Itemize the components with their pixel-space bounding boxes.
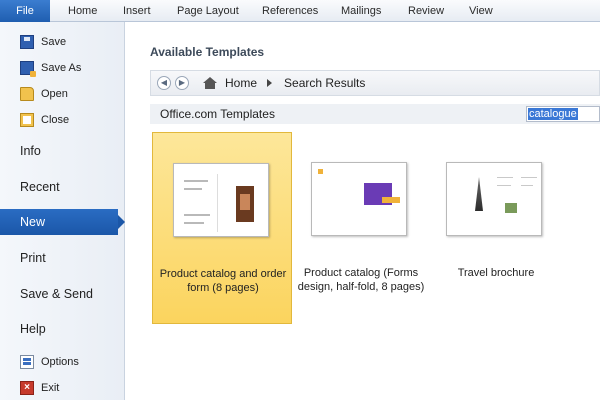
template-label: Product catalog (Forms design, half-fold… <box>297 267 425 293</box>
folder-open-icon <box>20 87 34 101</box>
template-thumbnail <box>446 162 542 236</box>
backstage-nav: Save Save As Open Close Info Recent New … <box>0 22 125 400</box>
thumbnail-accent <box>318 169 323 174</box>
thumbnail-accent <box>382 197 400 203</box>
template-product-catalog-forms[interactable]: Product catalog (Forms design, half-fold… <box>291 132 431 324</box>
thumbnail-line <box>521 177 537 178</box>
template-product-catalog-order-form[interactable]: Product catalog and order form (8 pages) <box>152 132 292 324</box>
template-thumbnail <box>311 162 407 236</box>
nav-info[interactable]: Info <box>0 138 125 164</box>
page-title: Available Templates <box>150 45 265 59</box>
home-icon[interactable] <box>203 77 217 89</box>
new-document-panel: Available Templates ◀ ▶ Home Search Resu… <box>126 22 600 400</box>
nav-exit-label: Exit <box>41 382 60 394</box>
folder-close-icon <box>20 113 34 127</box>
save-icon <box>20 35 34 49</box>
nav-print[interactable]: Print <box>0 245 125 271</box>
back-icon[interactable]: ◀ <box>157 76 171 90</box>
nav-open-label: Open <box>41 88 68 100</box>
breadcrumb-home[interactable]: Home <box>225 76 257 90</box>
template-travel-brochure[interactable]: Travel brochure <box>426 132 566 324</box>
tab-insert[interactable]: Insert <box>123 0 151 22</box>
nav-save-label: Save <box>41 36 67 48</box>
nav-save[interactable]: Save <box>0 29 125 55</box>
thumbnail-line <box>184 188 202 190</box>
template-source-bar: Office.com Templates catalogue <box>150 104 600 124</box>
thumbnail-line <box>184 180 208 182</box>
template-label: Travel brochure <box>457 267 535 279</box>
breadcrumb: ◀ ▶ Home Search Results <box>150 70 600 96</box>
template-source-label: Office.com Templates <box>160 107 275 121</box>
nav-save-send[interactable]: Save & Send <box>0 281 125 307</box>
search-selected-text: catalogue <box>528 108 578 120</box>
thumbnail-image <box>505 203 517 213</box>
thumbnail-text-column <box>180 174 218 232</box>
breadcrumb-search-results[interactable]: Search Results <box>284 76 365 90</box>
chevron-right-icon <box>267 79 273 87</box>
nav-open[interactable]: Open <box>0 81 125 107</box>
nav-new[interactable]: New <box>0 209 125 235</box>
thumbnail-image <box>236 186 254 222</box>
tab-page-layout[interactable]: Page Layout <box>177 0 239 22</box>
nav-close[interactable]: Close <box>0 107 125 133</box>
nav-options-label: Options <box>41 356 79 368</box>
exit-icon: × <box>20 381 34 395</box>
ribbon-tab-bar: File Home Insert Page Layout References … <box>0 0 600 22</box>
template-label: Product catalog and order form (8 pages) <box>159 268 287 294</box>
nav-save-as[interactable]: Save As <box>0 55 125 81</box>
thumbnail-line <box>497 185 511 186</box>
tab-review[interactable]: Review <box>408 0 444 22</box>
tab-view[interactable]: View <box>469 0 493 22</box>
nav-recent[interactable]: Recent <box>0 174 125 200</box>
save-as-icon <box>20 61 36 77</box>
nav-close-label: Close <box>41 114 70 126</box>
tab-file[interactable]: File <box>0 0 50 22</box>
tab-mailings[interactable]: Mailings <box>341 0 381 22</box>
nav-help[interactable]: Help <box>0 316 125 342</box>
options-icon <box>20 355 34 369</box>
thumbnail-line <box>497 177 513 178</box>
thumbnail-line <box>184 214 210 216</box>
nav-options[interactable]: Options <box>0 349 125 375</box>
nav-save-as-label: Save As <box>41 62 82 74</box>
template-thumbnail <box>173 163 269 237</box>
thumbnail-line <box>184 222 204 224</box>
tab-home[interactable]: Home <box>68 0 97 22</box>
tab-references[interactable]: References <box>262 0 318 22</box>
thumbnail-line <box>521 185 533 186</box>
nav-exit[interactable]: × Exit <box>0 375 125 400</box>
forward-icon[interactable]: ▶ <box>175 76 189 90</box>
thumbnail-tower-image <box>475 177 483 211</box>
